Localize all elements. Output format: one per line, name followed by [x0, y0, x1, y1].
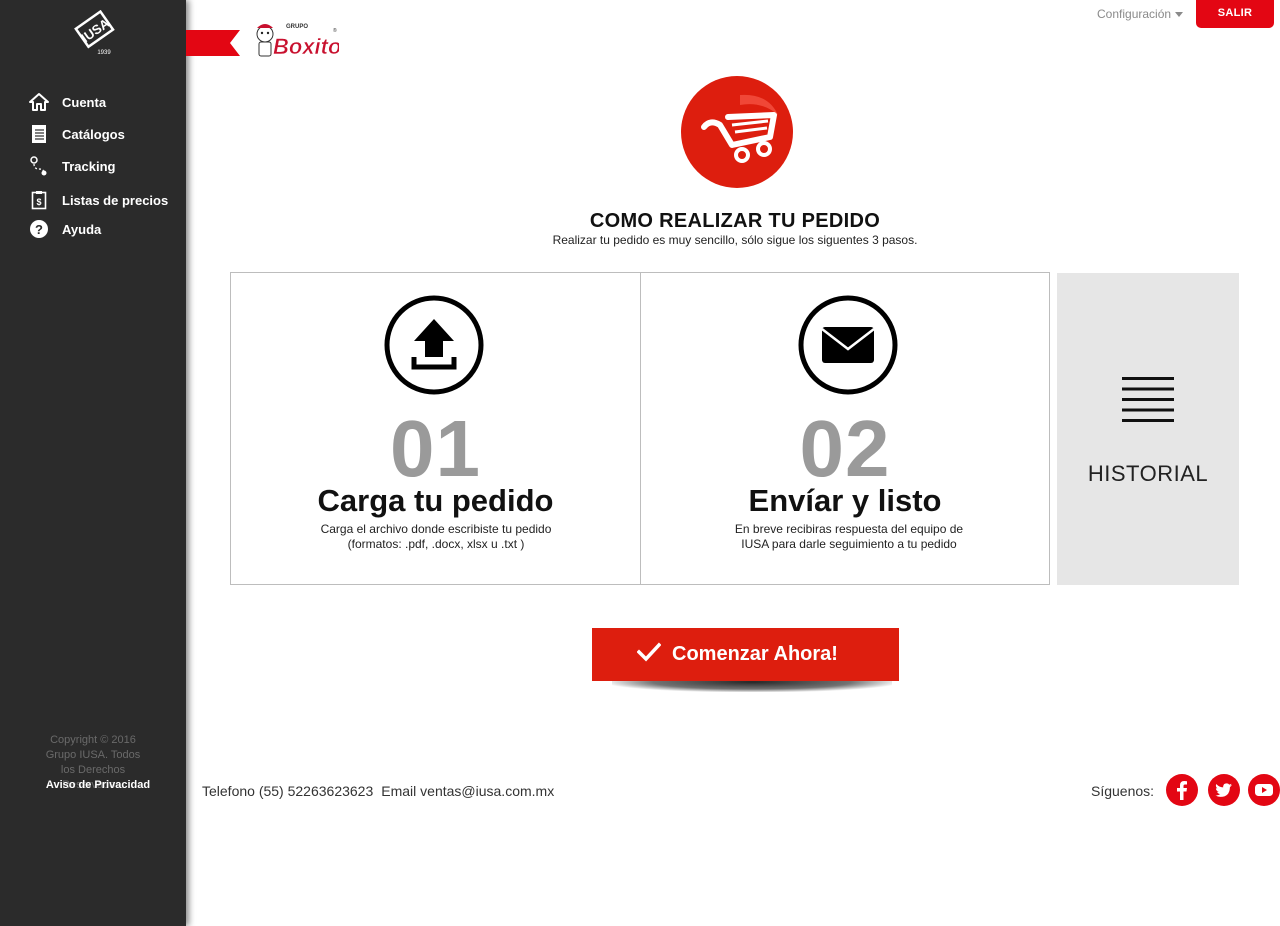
tracking-icon: [29, 155, 49, 177]
page-subtitle: Realizar tu pedido es muy sencillo, sólo…: [552, 233, 918, 247]
sidebar-item-catalogos[interactable]: Catálogos: [0, 118, 186, 150]
upload-icon: [384, 295, 484, 395]
help-icon: ?: [29, 218, 49, 240]
menu-lines-icon: [1122, 377, 1174, 423]
home-icon: [29, 91, 49, 113]
svg-text:1939: 1939: [97, 50, 111, 56]
sidebar-item-cuenta[interactable]: Cuenta: [0, 86, 186, 118]
svg-text:?: ?: [35, 222, 43, 237]
step-title: Envíar y listo: [748, 483, 942, 518]
check-icon: [636, 642, 662, 662]
red-ribbon: [186, 30, 240, 56]
cta-label: Comenzar Ahora!: [672, 643, 838, 665]
config-label: Configuración: [1097, 7, 1172, 21]
cart-icon: [680, 75, 794, 189]
follow-label: Síguenos:: [1091, 783, 1155, 799]
step-card-1: 01 Carga tu pedido Carga el archivo dond…: [231, 273, 640, 584]
twitter-icon[interactable]: [1208, 774, 1240, 806]
sidebar-item-listas-de-precios[interactable]: $ Listas de precios: [0, 184, 186, 216]
step-card-2: 02 Envíar y listo En breve recibiras res…: [640, 273, 1049, 584]
email-text: Email ventas@iusa.com.mx: [381, 783, 555, 799]
sidebar-item-label: Tracking: [62, 158, 116, 174]
step-description: Carga el archivo donde escribiste tu ped…: [320, 522, 552, 551]
sidebar-item-label: Catálogos: [62, 126, 125, 142]
svg-text:®: ®: [333, 27, 337, 34]
svg-text:Boxito: Boxito: [273, 34, 339, 59]
page-title: COMO REALIZAR TU PEDIDO: [589, 210, 881, 232]
youtube-icon[interactable]: [1248, 774, 1280, 806]
config-dropdown[interactable]: Configuración: [1097, 7, 1184, 21]
sidebar-nav: Cuenta Catálogos Tracking $ Listas de pr…: [0, 86, 186, 245]
svg-text:GRUPO: GRUPO: [286, 24, 308, 30]
chevron-down-icon: [1175, 12, 1184, 18]
sidebar: IUSA 1939 Cuenta Catálogos Tracking $ Li…: [0, 0, 186, 926]
iusa-logo[interactable]: IUSA 1939: [74, 9, 116, 56]
sidebar-item-label: Ayuda: [62, 221, 102, 237]
sidebar-item-ayuda[interactable]: ? Ayuda: [0, 213, 186, 245]
historial-label: HISTORIAL: [1087, 461, 1209, 486]
boxito-logo[interactable]: GRUPO Boxito ®: [251, 18, 342, 60]
step-description: En breve recibiras respuesta del equipo …: [734, 522, 964, 551]
phone-text: Telefono (55) 52263623623: [202, 783, 374, 799]
sidebar-item-label: Listas de precios: [62, 192, 169, 208]
facebook-icon[interactable]: [1166, 774, 1198, 806]
start-now-button[interactable]: Comenzar Ahora!: [592, 628, 899, 681]
historial-button[interactable]: HISTORIAL: [1057, 273, 1239, 585]
steps-panel: 01 Carga tu pedido Carga el archivo dond…: [230, 272, 1050, 585]
catalog-icon: [29, 123, 49, 145]
contact-info: Telefono (55) 52263623623 Email ventas@iu…: [202, 783, 554, 799]
sidebar-item-label: Cuenta: [62, 94, 107, 110]
envelope-icon: [798, 295, 898, 395]
sidebar-item-tracking[interactable]: Tracking: [0, 150, 186, 182]
price-list-icon: $: [29, 189, 49, 211]
privacy-link[interactable]: Aviso de Privacidad: [0, 779, 196, 791]
logout-button[interactable]: SALIR: [1196, 0, 1274, 28]
step-title: Carga tu pedido: [317, 483, 554, 518]
svg-text:$: $: [36, 197, 41, 207]
